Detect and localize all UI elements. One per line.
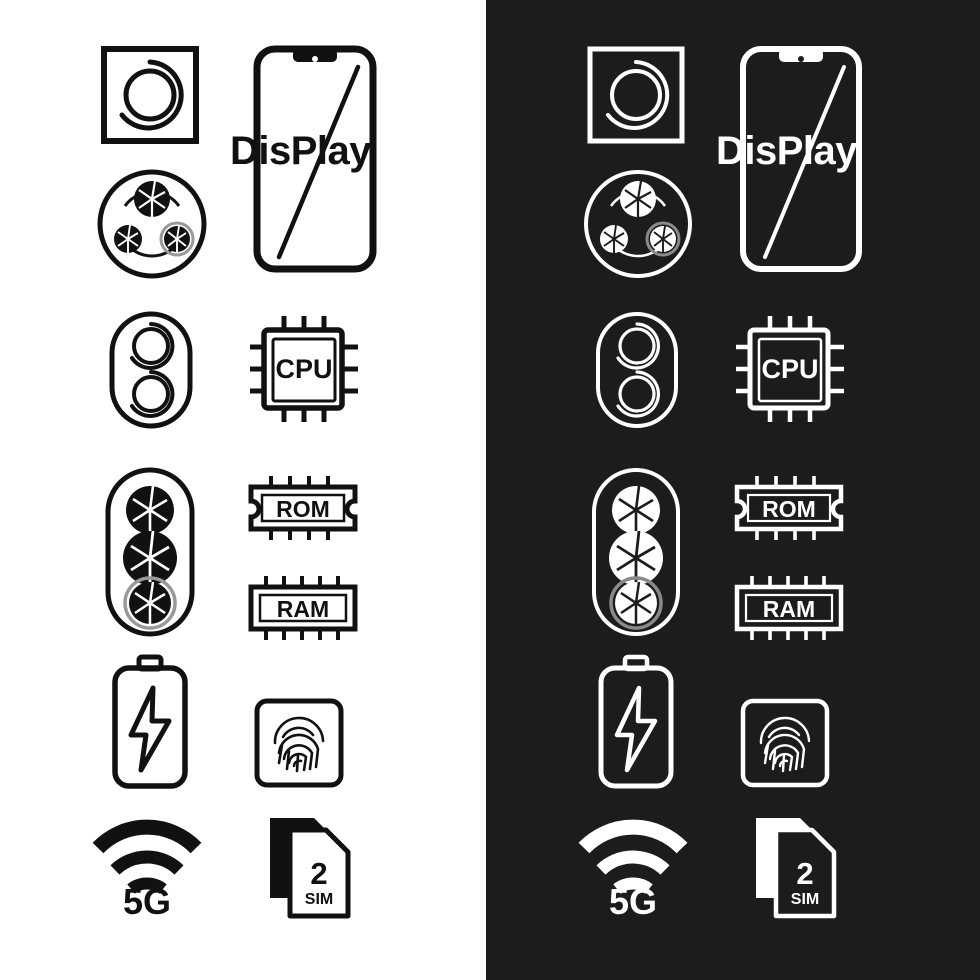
- sim-word-label-dark: SIM: [791, 891, 819, 908]
- dual-sim-card-icon: 2 SIM: [258, 812, 358, 922]
- display-wordmark-dark: DisPlay: [716, 129, 858, 173]
- five-g-label: 5G: [123, 881, 171, 922]
- rom-memory-icon-dark: ROM: [731, 475, 847, 541]
- five-g-signal-icon-dark: 5G: [578, 818, 688, 922]
- battery-charging-icon: [105, 654, 195, 790]
- dual-sim-card-icon-dark: 2 SIM: [744, 812, 844, 922]
- rom-label-dark: ROM: [762, 496, 816, 522]
- cpu-chip-icon-dark: CPU: [734, 314, 846, 424]
- sim-word-label: SIM: [305, 891, 333, 908]
- square-camera-module-icon: [100, 45, 200, 145]
- display-wordmark: DisPlay: [230, 129, 372, 173]
- fingerprint-sensor-icon-dark: [739, 697, 831, 789]
- triple-camera-circle-icon: [95, 167, 209, 281]
- triple-camera-module-icon: [104, 466, 196, 638]
- square-camera-module-icon-dark: [586, 45, 686, 145]
- rom-label: ROM: [276, 496, 330, 522]
- sim-count-label: 2: [310, 856, 327, 891]
- ram-memory-icon: RAM: [245, 575, 361, 641]
- five-g-signal-icon: 5G: [92, 818, 202, 922]
- five-g-label-dark: 5G: [609, 881, 657, 922]
- triple-camera-circle-icon-dark: [581, 167, 695, 281]
- ram-label: RAM: [277, 596, 329, 622]
- rom-memory-icon: ROM: [245, 475, 361, 541]
- ram-label-dark: RAM: [763, 596, 815, 622]
- battery-charging-icon-dark: [591, 654, 681, 790]
- dark-theme-panel: DisPlay CPU ROM RAM 5G 2 SIM: [486, 0, 980, 980]
- sim-count-label-dark: 2: [796, 856, 813, 891]
- ram-memory-icon-dark: RAM: [731, 575, 847, 641]
- cpu-label-dark: CPU: [761, 354, 818, 384]
- fingerprint-sensor-icon: [253, 697, 345, 789]
- cpu-label: CPU: [275, 354, 332, 384]
- dual-camera-module-icon: [108, 310, 194, 430]
- triple-camera-module-icon-dark: [590, 466, 682, 638]
- dual-camera-module-icon-dark: [594, 310, 680, 430]
- cpu-chip-icon: CPU: [248, 314, 360, 424]
- light-theme-panel: DisPlay CPU ROM RAM 5G 2 SIM: [0, 0, 486, 980]
- icon-set-canvas: DisPlay CPU ROM RAM 5G 2 SIM DisPlay CPU…: [0, 0, 980, 980]
